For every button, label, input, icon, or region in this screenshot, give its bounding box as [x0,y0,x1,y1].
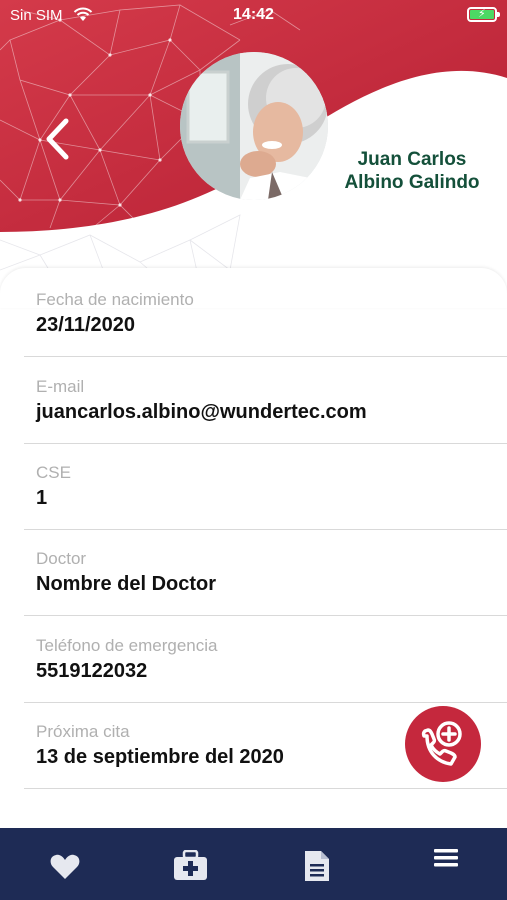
field-label: Fecha de nacimiento [36,290,194,309]
menu-icon [434,849,458,867]
avatar [180,52,328,200]
battery-icon: ⚡ [467,7,500,22]
user-last-name: Albino Galindo [344,172,480,193]
heart-icon [50,854,80,879]
status-time: 14:42 [233,6,274,23]
field-label: Próxima cita [36,722,130,741]
field-value: juancarlos.albino@wundertec.com [36,401,367,423]
field-cse: CSE 1 [24,443,507,530]
emergency-call-button[interactable] [405,706,481,782]
field-doctor: Doctor Nombre del Doctor [24,529,507,616]
field-value: 1 [36,487,48,509]
medical-kit-icon [174,850,207,880]
field-value: 5519122032 [36,660,148,682]
back-button[interactable] [40,115,76,163]
field-email: E-mail juancarlos.albino@wundertec.com [24,357,507,444]
chevron-left-icon [46,118,69,160]
nav-item-medical[interactable] [151,828,231,900]
nav-item-documents[interactable] [277,828,357,900]
phone-plus-icon [421,721,462,766]
status-bar: Sin SIM 14:42 ⚡ [0,0,507,32]
user-first-name: Juan Carlos [357,149,467,170]
field-birthdate: Fecha de nacimiento 23/11/2020 [24,270,507,357]
nav-item-health[interactable] [25,828,105,900]
field-value: 13 de septiembre del 2020 [36,746,284,768]
nav-item-menu[interactable] [404,828,484,900]
field-label: Teléfono de emergencia [36,636,218,655]
field-label: E-mail [36,377,85,396]
document-icon [305,851,329,881]
field-label: CSE [36,463,71,482]
field-value: Nombre del Doctor [36,573,217,595]
field-emergency-phone: Teléfono de emergencia 5519122032 [24,616,507,703]
field-value: 23/11/2020 [36,314,135,336]
bottom-nav [0,828,507,900]
field-label: Doctor [36,549,87,568]
profile-header: Sin SIM 14:42 ⚡ Juan Carlos Albino Galin… [0,0,507,290]
avatar-photo [180,52,328,200]
user-name: Juan Carlos Albino Galindo [336,148,488,194]
